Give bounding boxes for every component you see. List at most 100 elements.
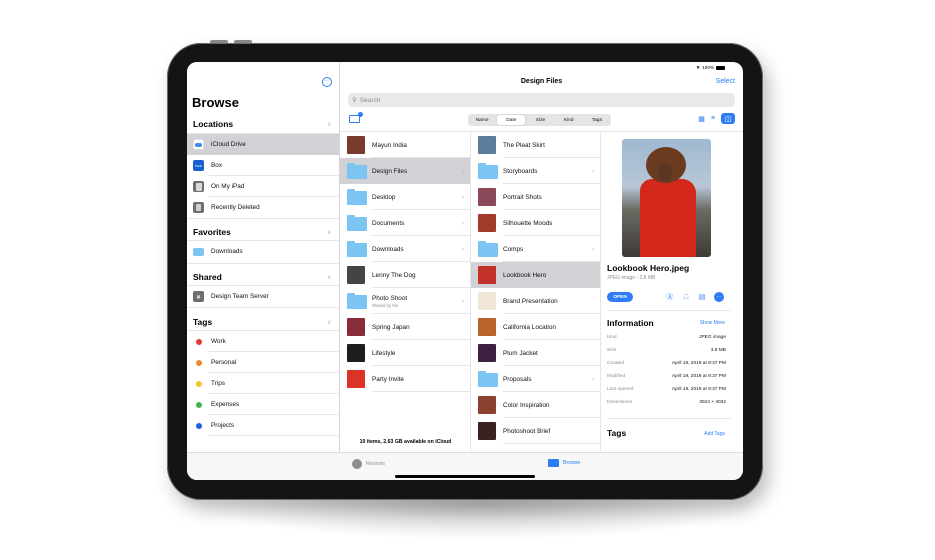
- tag-color-dot-icon: [196, 422, 202, 429]
- item-label: Mayuri India: [372, 141, 407, 149]
- list-item[interactable]: Desktop ›: [340, 184, 470, 210]
- sort-date[interactable]: Date: [497, 115, 526, 125]
- chevron-down-icon[interactable]: ∨: [327, 319, 331, 326]
- list-item[interactable]: Lifestyle: [340, 340, 470, 366]
- tab-recents[interactable]: Recents: [352, 459, 385, 469]
- item-label: Lookbook Hero: [503, 271, 547, 279]
- section-tags[interactable]: Tags: [193, 317, 212, 327]
- item-label: The Pleat Skirt: [503, 141, 545, 149]
- sidebar-item-tag-expenses[interactable]: Expenses: [187, 394, 339, 415]
- icons-view-icon[interactable]: ▦: [698, 115, 705, 123]
- markup-icon[interactable]: Ⓐ: [665, 292, 675, 302]
- sidebar-item-tag-work[interactable]: Work: [187, 331, 339, 352]
- info-key: Kind: [607, 335, 617, 340]
- list-item[interactable]: Plum Jacket: [471, 340, 600, 366]
- sidebar-item-downloads[interactable]: Downloads: [187, 241, 339, 262]
- info-value: April 19, 2019 at 9:37 PM: [671, 387, 726, 392]
- item-label: Photoshoot Brief: [503, 427, 551, 435]
- show-more-link[interactable]: Show More: [700, 320, 725, 326]
- info-key: Modified: [607, 374, 626, 379]
- document-icon[interactable]: ▤: [697, 292, 707, 302]
- chevron-right-icon: ›: [461, 245, 464, 253]
- list-item[interactable]: Comps ›: [471, 236, 600, 262]
- list-item[interactable]: Silhouette Moods: [471, 210, 600, 236]
- item-label: Spring Japan: [372, 323, 410, 331]
- sidebar-item-box[interactable]: box Box: [187, 155, 339, 176]
- chevron-right-icon: ›: [591, 167, 594, 175]
- item-label: Documents: [372, 219, 405, 227]
- main-pane: Design Files Select ⚲ Search Name Date Siz…: [340, 62, 743, 453]
- ellipsis-circle-icon[interactable]: ···: [322, 77, 332, 87]
- section-locations[interactable]: Locations: [193, 119, 233, 129]
- tab-browse[interactable]: Browse: [548, 459, 580, 467]
- sidebar-item-icloud-drive[interactable]: iCloud Drive: [187, 134, 339, 155]
- list-item[interactable]: Documents ›: [340, 210, 470, 236]
- divider: [209, 435, 339, 436]
- sidebar-item-recently-deleted[interactable]: Recently Deleted: [187, 197, 339, 218]
- sidebar-item-design-team-server[interactable]: ▦ Design Team Server: [187, 286, 339, 307]
- columns-view-icon[interactable]: ◫: [721, 113, 735, 124]
- folder-icon: [347, 241, 367, 257]
- folder-icon: [347, 163, 367, 179]
- list-item[interactable]: The Pleat Skirt: [471, 132, 600, 158]
- info-key: Size: [607, 348, 617, 353]
- list-item[interactable]: California Location: [471, 314, 600, 340]
- icloud-icon: [193, 139, 204, 150]
- sidebar-item-tag-personal[interactable]: Personal: [187, 352, 339, 373]
- list-item[interactable]: Brand Presentation: [471, 288, 600, 314]
- sort-tags[interactable]: Tags: [583, 114, 611, 126]
- sort-kind[interactable]: Kind: [555, 114, 583, 126]
- divider: [372, 391, 470, 392]
- open-button[interactable]: OPEN: [607, 292, 633, 302]
- list-item[interactable]: Lenny The Dog: [340, 262, 470, 288]
- item-label: Party Invite: [372, 375, 404, 383]
- info-row: Dimensions 3024 × 4032: [607, 396, 726, 409]
- item-label: Portrait Shots: [503, 193, 542, 201]
- list-item[interactable]: Photoshoot Brief: [471, 418, 600, 444]
- list-item[interactable]: Mayuri India: [340, 132, 470, 158]
- list-item[interactable]: Party Invite: [340, 366, 470, 392]
- section-favorites[interactable]: Favorites: [193, 227, 231, 237]
- sidebar-item-tag-trips[interactable]: Trips: [187, 373, 339, 394]
- share-icon[interactable]: □: [681, 292, 691, 302]
- list-item[interactable]: Storyboards ›: [471, 158, 600, 184]
- list-item[interactable]: Design Files ›: [340, 158, 470, 184]
- more-actions-icon[interactable]: ···: [714, 292, 724, 302]
- preview-image[interactable]: [622, 139, 711, 257]
- column-browser: 10 items, 2.63 GB available on iCloud Ma…: [340, 131, 743, 453]
- sort-name[interactable]: Name: [468, 114, 496, 126]
- home-indicator[interactable]: [395, 475, 535, 478]
- chevron-down-icon[interactable]: ∨: [327, 274, 331, 281]
- list-item[interactable]: Portrait Shots: [471, 184, 600, 210]
- search-input[interactable]: ⚲ Search: [348, 93, 735, 107]
- list-item[interactable]: Spring Japan: [340, 314, 470, 340]
- divider: [607, 418, 731, 419]
- list-item[interactable]: Downloads ›: [340, 236, 470, 262]
- tag-color-dot-icon: [196, 359, 202, 366]
- list-item[interactable]: Color Inspiration: [471, 392, 600, 418]
- image-thumbnail: [478, 318, 496, 336]
- tag-color-dot-icon: [196, 380, 202, 387]
- image-thumbnail: [347, 318, 365, 336]
- list-view-icon[interactable]: ≡: [711, 115, 715, 122]
- chevron-down-icon[interactable]: ∨: [327, 229, 331, 236]
- column-icloud: 10 items, 2.63 GB available on iCloud Ma…: [340, 132, 471, 453]
- info-row: Last opened April 19, 2019 at 9:37 PM: [607, 383, 726, 396]
- new-folder-icon[interactable]: [349, 112, 363, 123]
- sidebar-item-on-my-ipad[interactable]: On My iPad: [187, 176, 339, 197]
- list-item[interactable]: Lookbook Hero: [471, 262, 600, 288]
- box-icon: box: [193, 160, 204, 171]
- list-item[interactable]: Photo Shoot Shared by Me ›: [340, 288, 470, 314]
- image-thumbnail: [478, 266, 496, 284]
- sort-size[interactable]: Size: [526, 114, 554, 126]
- folder-icon: [478, 371, 498, 387]
- add-tags-link[interactable]: Add Tags: [704, 431, 725, 437]
- chevron-down-icon[interactable]: ∨: [327, 121, 331, 128]
- sidebar-item-label: Work: [211, 338, 226, 345]
- image-thumbnail: [478, 136, 496, 154]
- select-button[interactable]: Select: [716, 78, 735, 85]
- section-shared[interactable]: Shared: [193, 272, 222, 282]
- sidebar-item-tag-projects[interactable]: Projects: [187, 415, 339, 436]
- list-item[interactable]: Proposals ›: [471, 366, 600, 392]
- folder-icon: [347, 189, 367, 205]
